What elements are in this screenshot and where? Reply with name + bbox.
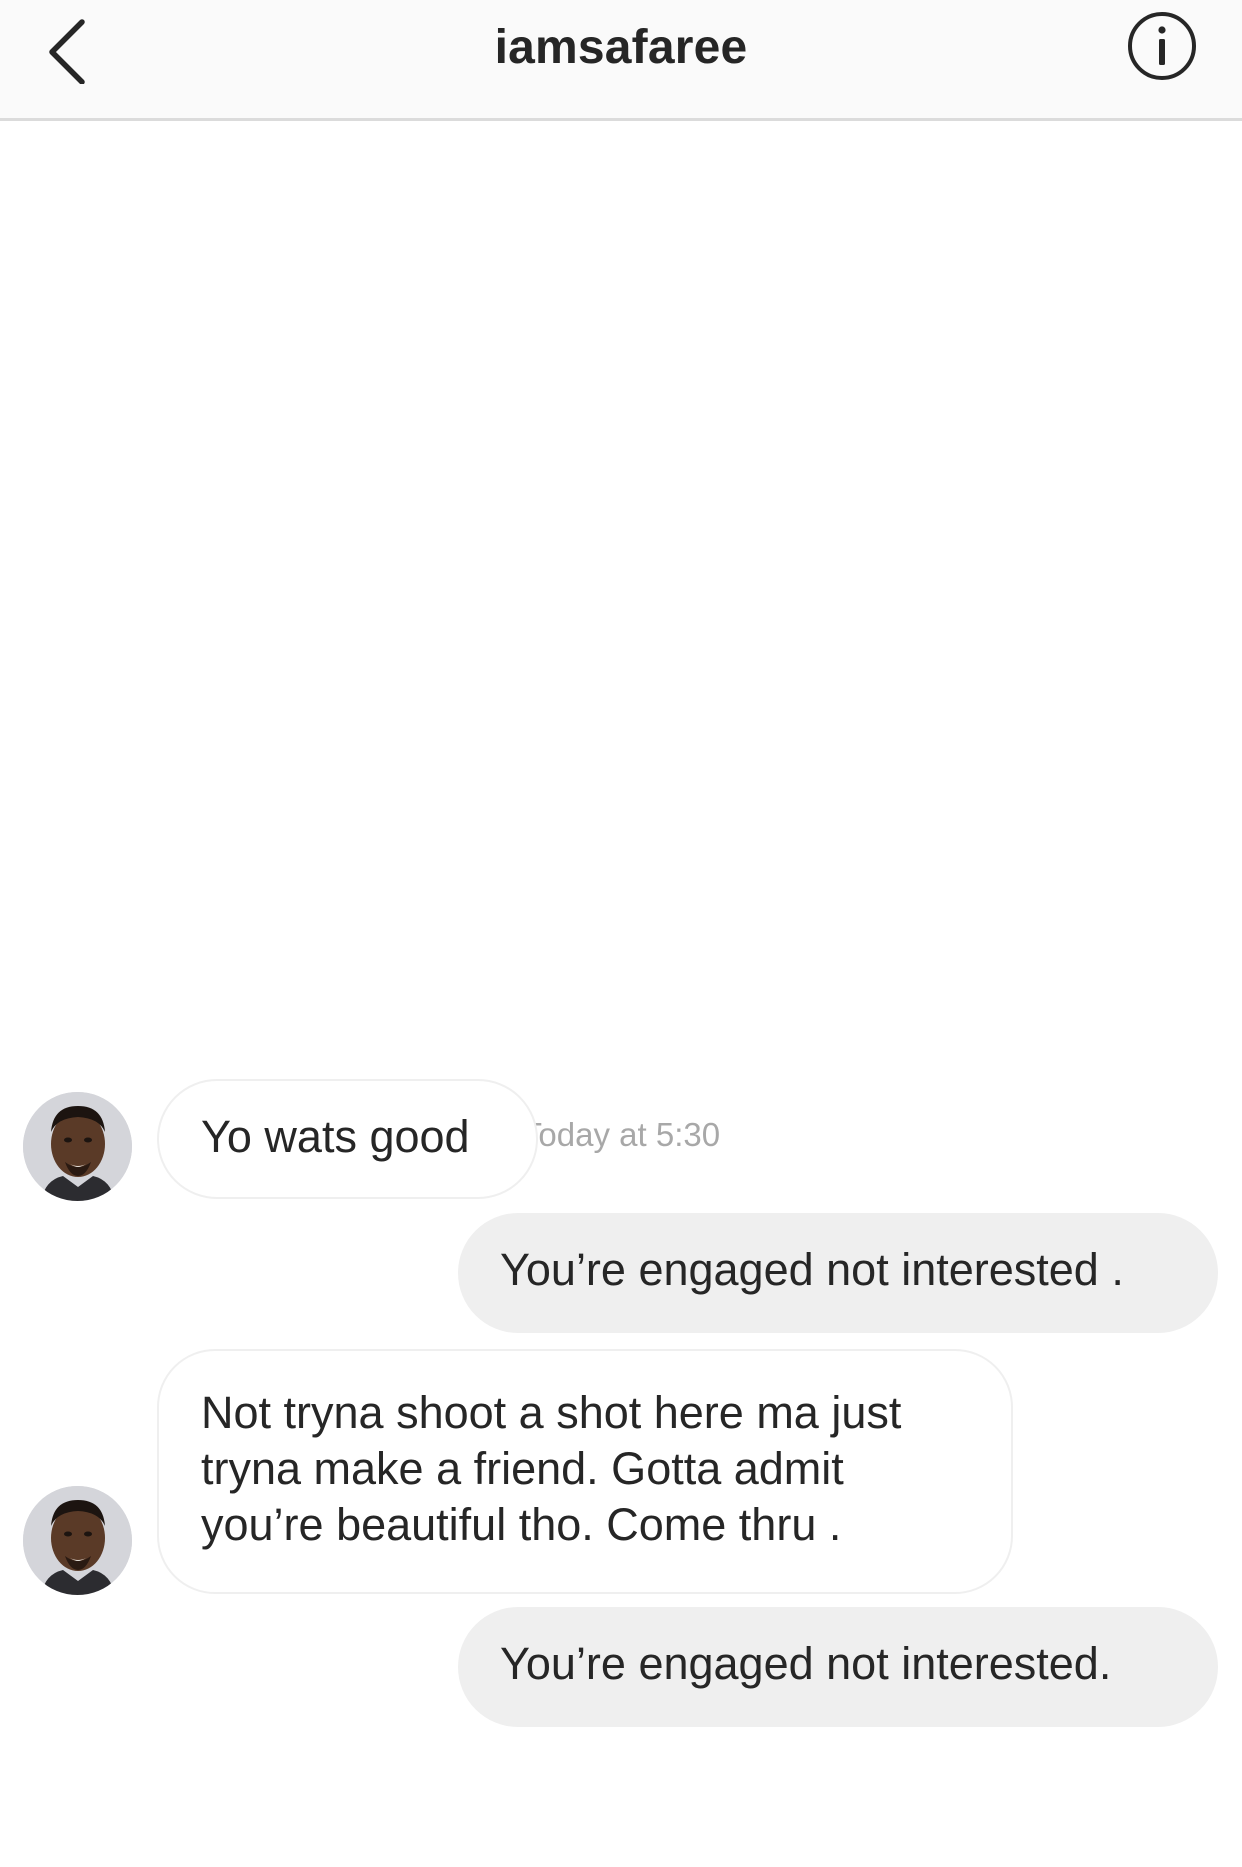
conversation-header: iamsafaree	[0, 0, 1242, 121]
outgoing-message[interactable]: You’re engaged not interested .	[458, 1213, 1218, 1333]
avatar[interactable]	[23, 1092, 132, 1201]
outgoing-message[interactable]: You’re engaged not interested.	[458, 1607, 1218, 1727]
info-button[interactable]	[1126, 10, 1198, 82]
profile-photo-icon	[23, 1092, 132, 1201]
info-circle-icon	[1128, 12, 1196, 80]
conversation-title[interactable]: iamsafaree	[0, 20, 1242, 75]
incoming-message[interactable]: Not tryna shoot a shot here ma just tryn…	[157, 1349, 1013, 1594]
incoming-message[interactable]: Yo wats good	[157, 1079, 538, 1199]
profile-photo-icon	[23, 1486, 132, 1595]
message-thread[interactable]: Today at 5:30	[0, 121, 1242, 1867]
avatar[interactable]	[23, 1486, 132, 1595]
